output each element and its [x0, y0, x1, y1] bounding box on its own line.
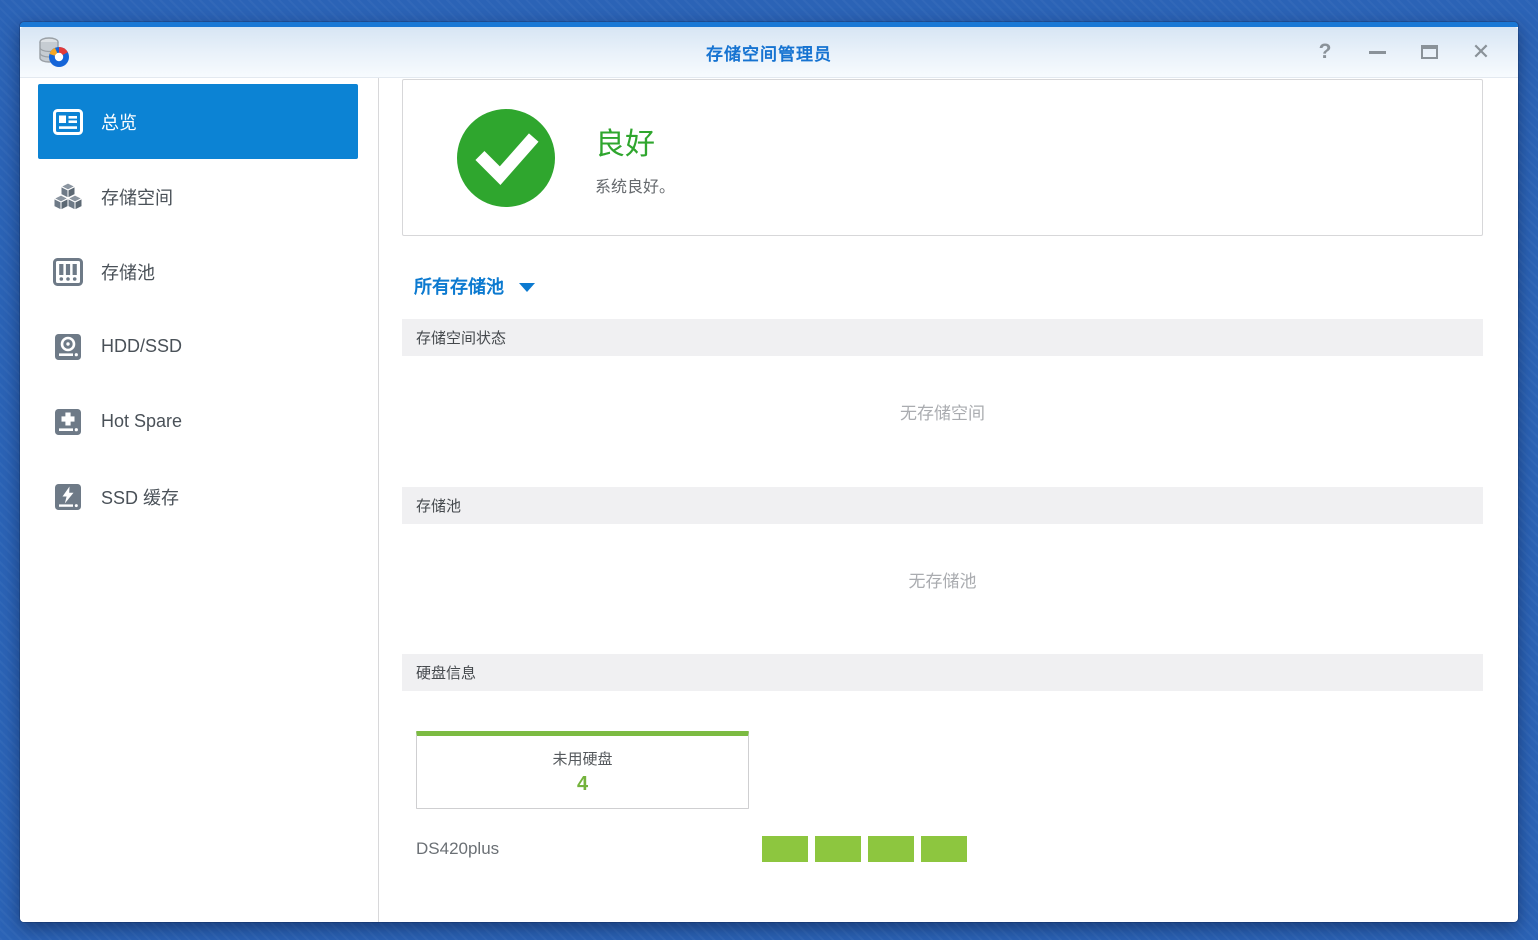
disk-slot-strip — [762, 836, 967, 862]
disk-slot — [921, 836, 967, 862]
pool-filter-label: 所有存储池 — [414, 277, 504, 297]
main-content: 良好 系统良好。 所有存储池 存储空间状态 无存储空间 存储池 无存储池 硬盘信… — [379, 78, 1518, 922]
disk-slot — [762, 836, 808, 862]
unused-disk-label: 未用硬盘 — [552, 751, 613, 768]
hdd-ssd-icon — [52, 331, 84, 363]
storage-volume-icon — [52, 181, 84, 213]
hot-spare-icon — [52, 406, 84, 438]
sidebar-item-label: SSD 缓存 — [101, 487, 180, 508]
sidebar-item-label: 存储池 — [101, 262, 155, 283]
sidebar-item-hdd-ssd[interactable]: HDD/SSD — [38, 309, 358, 384]
check-circle-icon — [457, 108, 555, 207]
sidebar-item-label: 存储空间 — [101, 187, 173, 208]
section-title: 硬盘信息 — [416, 665, 477, 682]
pool-filter-dropdown[interactable]: 所有存储池 — [402, 273, 535, 299]
close-icon: ✕ — [1471, 39, 1491, 64]
help-icon: ? — [1318, 40, 1332, 63]
section-header-disk-info: 硬盘信息 — [402, 654, 1483, 691]
overview-icon — [52, 106, 84, 138]
device-model-label: DS420plus — [416, 839, 500, 858]
sidebar-item-label: Hot Spare — [101, 411, 183, 431]
storage-manager-window: 存储空间管理员 ? ✕ 总览 存储空间 存储池 HDD/SSD Hot Spar… — [20, 22, 1518, 922]
section-header-volume-status: 存储空间状态 — [402, 319, 1483, 356]
disk-slot — [868, 836, 914, 862]
close-button[interactable]: ✕ — [1470, 39, 1492, 64]
ssd-cache-icon — [52, 481, 84, 513]
health-text: 良好 系统良好。 — [595, 119, 675, 197]
storage-pool-icon — [52, 256, 84, 288]
section-header-storage-pool: 存储池 — [402, 487, 1483, 524]
unused-disk-count: 4 — [576, 773, 589, 795]
sidebar-item-label: 总览 — [101, 112, 137, 133]
unused-disk-card: 未用硬盘 4 — [416, 731, 749, 809]
window-body: 总览 存储空间 存储池 HDD/SSD Hot Spare SSD 缓存 良好 … — [20, 78, 1518, 922]
titlebar: 存储空间管理员 ? ✕ — [20, 27, 1518, 78]
minimize-icon — [1368, 50, 1386, 54]
sidebar-item-storage-volume[interactable]: 存储空间 — [38, 159, 358, 234]
health-status-title: 良好 — [595, 127, 655, 161]
device-row: DS420plus — [402, 836, 1483, 862]
empty-volume-message: 无存储空间 — [402, 356, 1483, 467]
sidebar-item-storage-pool[interactable]: 存储池 — [38, 234, 358, 309]
minimize-button[interactable] — [1366, 41, 1388, 63]
sidebar-item-hot-spare[interactable]: Hot Spare — [38, 384, 358, 459]
window-controls: ? ✕ — [1314, 39, 1518, 64]
sidebar-item-label: HDD/SSD — [101, 336, 183, 356]
disk-slot — [815, 836, 861, 862]
empty-pool-message: 无存储池 — [402, 524, 1483, 634]
empty-volume-text: 无存储空间 — [900, 404, 985, 423]
maximize-icon — [1420, 45, 1438, 59]
health-status-subtitle: 系统良好。 — [595, 178, 676, 196]
empty-pool-text: 无存储池 — [908, 571, 977, 591]
help-button[interactable]: ? — [1314, 40, 1336, 63]
sidebar-item-ssd-cache[interactable]: SSD 缓存 — [38, 459, 358, 534]
section-title: 存储空间状态 — [416, 330, 507, 347]
maximize-button[interactable] — [1418, 41, 1440, 63]
sidebar: 总览 存储空间 存储池 HDD/SSD Hot Spare SSD 缓存 — [20, 78, 379, 922]
chevron-down-icon — [519, 282, 535, 292]
sidebar-item-overview[interactable]: 总览 — [38, 84, 358, 159]
section-title: 存储池 — [416, 498, 462, 515]
health-card: 良好 系统良好。 — [402, 79, 1483, 236]
window-title: 存储空间管理员 — [706, 44, 832, 64]
desktop-background: 存储空间管理员 ? ✕ 总览 存储空间 存储池 HDD/SSD Hot Spar… — [0, 0, 1538, 940]
